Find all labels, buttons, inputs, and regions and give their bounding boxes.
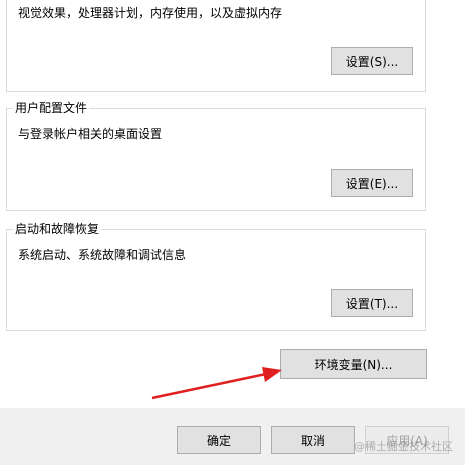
annotation-arrow-icon	[151, 367, 282, 400]
cancel-button[interactable]: 取消	[271, 426, 355, 454]
ok-button[interactable]: 确定	[177, 426, 261, 454]
dialog-footer: 确定 取消 应用(A)	[0, 408, 465, 465]
watermark-text: @稀土掘金技术社区	[354, 440, 453, 453]
system-properties-advanced-dialog: 视觉效果，处理器计划，内存使用，以及虚拟内存 设置(S)... 用户配置文件 与…	[0, 0, 465, 465]
